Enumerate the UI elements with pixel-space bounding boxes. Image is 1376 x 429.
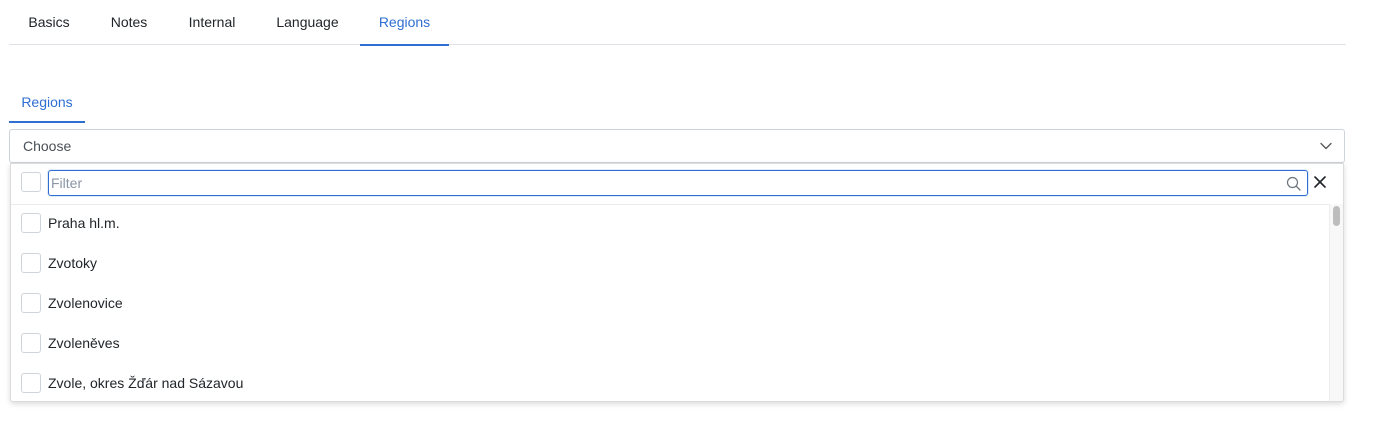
scrollbar-thumb[interactable] bbox=[1333, 206, 1340, 226]
tab-basics[interactable]: Basics bbox=[9, 0, 89, 45]
list-item[interactable]: Zvoleněves bbox=[11, 325, 1329, 365]
filter-field bbox=[48, 170, 1308, 196]
option-label: Zvolenovice bbox=[48, 295, 123, 311]
options-list: Praha hl.m. Zvotoky Zvolenovice Zvoleněv… bbox=[11, 204, 1329, 401]
search-icon bbox=[1286, 176, 1301, 191]
option-checkbox[interactable] bbox=[21, 333, 41, 353]
tab-language[interactable]: Language bbox=[255, 0, 360, 45]
tab-notes[interactable]: Notes bbox=[89, 0, 169, 45]
tab-bar: Basics Notes Internal Language Regions bbox=[9, 0, 1346, 46]
list-item[interactable]: Praha hl.m. bbox=[11, 205, 1329, 245]
filter-row bbox=[11, 164, 1343, 204]
select-placeholder: Choose bbox=[23, 138, 72, 154]
filter-input[interactable] bbox=[50, 172, 1280, 194]
close-icon[interactable] bbox=[1312, 174, 1328, 190]
option-label: Zvoleněves bbox=[48, 335, 120, 351]
select-all-checkbox[interactable] bbox=[21, 172, 41, 192]
tab-regions[interactable]: Regions bbox=[360, 0, 449, 46]
list-item[interactable]: Zvolenovice bbox=[11, 285, 1329, 325]
tab-internal[interactable]: Internal bbox=[169, 0, 255, 45]
option-label: Praha hl.m. bbox=[48, 215, 120, 231]
option-checkbox[interactable] bbox=[21, 213, 41, 233]
option-checkbox[interactable] bbox=[21, 253, 41, 273]
option-label: Zvole, okres Žďár nad Sázavou bbox=[48, 375, 244, 391]
list-item[interactable]: Zvotoky bbox=[11, 245, 1329, 285]
option-label: Zvotoky bbox=[48, 255, 98, 271]
regions-multiselect[interactable]: Choose bbox=[9, 129, 1345, 163]
list-scrollbar[interactable] bbox=[1329, 204, 1343, 401]
chevron-down-icon bbox=[1320, 142, 1332, 150]
section-tab-regions[interactable]: Regions bbox=[9, 84, 85, 123]
multiselect-dropdown-panel: Praha hl.m. Zvotoky Zvolenovice Zvoleněv… bbox=[10, 163, 1344, 402]
list-item[interactable]: Zvole, okres Žďár nad Sázavou bbox=[11, 365, 1329, 401]
option-checkbox[interactable] bbox=[21, 373, 41, 393]
option-checkbox[interactable] bbox=[21, 293, 41, 313]
